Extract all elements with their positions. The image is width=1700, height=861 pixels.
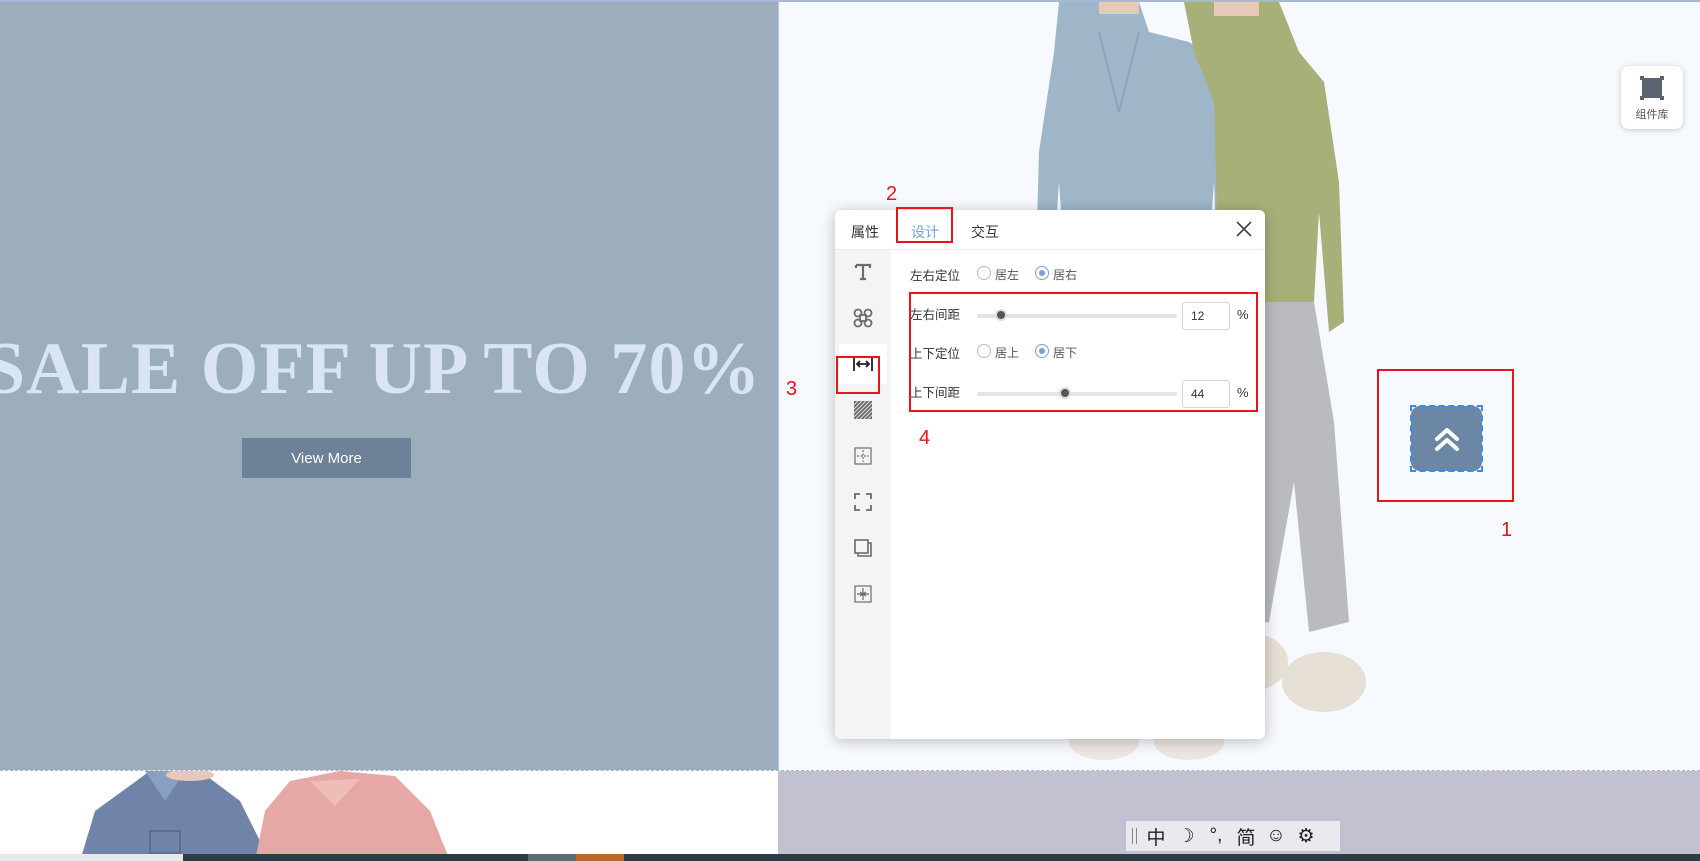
vertical-spacing-input[interactable]: 44 <box>1182 380 1230 408</box>
ime-moon-icon[interactable]: ☽ <box>1175 825 1197 848</box>
text-icon[interactable] <box>849 258 877 286</box>
hatch-fill-icon[interactable] <box>849 396 877 424</box>
horizontal-spacing-input[interactable]: 12 <box>1182 302 1230 330</box>
horizontal-spacing-icon[interactable] <box>839 344 887 384</box>
corner-frame-icon[interactable] <box>849 488 877 516</box>
double-chevron-up-icon <box>1434 427 1459 451</box>
annotation-number-4: 4 <box>919 427 931 449</box>
annotation-number-2: 2 <box>886 183 898 205</box>
ime-simplified-mode[interactable]: 简 <box>1235 823 1257 850</box>
command-icon[interactable] <box>849 304 877 332</box>
horizontal-spacing-slider-thumb[interactable] <box>995 309 1007 321</box>
banner-headline: SALE OFF UP TO 70% <box>0 328 762 410</box>
taskbar-app-1[interactable] <box>528 854 576 861</box>
crosshair-grid-icon[interactable] <box>849 442 877 470</box>
radio-align-bottom[interactable] <box>1035 344 1049 358</box>
horizontal-spacing-label: 左右间距 <box>910 308 961 322</box>
vertical-position-label: 上下定位 <box>910 347 961 361</box>
annotation-number-3: 3 <box>786 378 798 400</box>
component-library-icon <box>1640 75 1664 100</box>
horizontal-spacing-slider[interactable] <box>977 309 1177 321</box>
radio-align-bottom-label: 居下 <box>1053 346 1078 360</box>
dialog-header: 属性 设计 交互 <box>835 210 1265 250</box>
tab-design[interactable]: 设计 <box>911 222 939 242</box>
component-library-button[interactable]: 组件库 <box>1621 66 1683 129</box>
radio-align-right[interactable] <box>1035 266 1049 280</box>
design-dialog: 属性 设计 交互 左右定位 居左 居右 左右间距 12 % 上下定位 居上 居下… <box>835 210 1265 739</box>
tab-interaction[interactable]: 交互 <box>971 222 999 242</box>
radio-align-top-label: 居上 <box>995 346 1020 360</box>
vertical-spacing-unit: % <box>1237 385 1249 400</box>
alignment-grid-icon[interactable] <box>849 580 877 608</box>
ime-grip-handle[interactable] <box>1132 828 1137 844</box>
radio-align-right-label: 居右 <box>1053 268 1078 282</box>
back-to-top-button[interactable] <box>1411 406 1482 471</box>
taskbar-app-2[interactable] <box>576 854 624 861</box>
banner-left: SALE OFF UP TO 70% View More <box>0 0 778 770</box>
horizontal-spacing-unit: % <box>1237 307 1249 322</box>
layer-shadow-icon[interactable] <box>849 534 877 562</box>
page: SALE OFF UP TO 70% View More 中 ☽ °, 简 ☺ … <box>0 0 1700 861</box>
dialog-sidebar <box>835 250 891 739</box>
radio-align-top[interactable] <box>977 344 991 358</box>
horizontal-position-label: 左右定位 <box>910 269 961 283</box>
ime-settings-icon[interactable]: ⚙ <box>1295 825 1317 848</box>
radio-align-left-label: 居左 <box>995 268 1020 282</box>
close-icon[interactable] <box>1235 220 1253 238</box>
ime-emoji-icon[interactable]: ☺ <box>1265 825 1287 847</box>
taskbar-light-segment <box>0 854 183 861</box>
models-bottom-image <box>80 771 450 861</box>
vertical-spacing-label: 上下间距 <box>910 386 961 400</box>
view-more-button[interactable]: View More <box>242 438 411 478</box>
ime-toolbar: 中 ☽ °, 简 ☺ ⚙ <box>1126 821 1340 851</box>
component-library-label: 组件库 <box>1635 108 1669 121</box>
ime-chinese-mode[interactable]: 中 <box>1145 823 1167 850</box>
tab-properties[interactable]: 属性 <box>851 222 879 242</box>
vertical-spacing-slider-thumb[interactable] <box>1059 387 1071 399</box>
ime-punctuation-icon[interactable]: °, <box>1205 825 1227 847</box>
bottom-left-image <box>0 771 778 861</box>
annotation-number-1: 1 <box>1501 519 1513 541</box>
radio-align-left[interactable] <box>977 266 991 280</box>
taskbar <box>0 854 1700 861</box>
vertical-spacing-slider[interactable] <box>977 387 1177 399</box>
